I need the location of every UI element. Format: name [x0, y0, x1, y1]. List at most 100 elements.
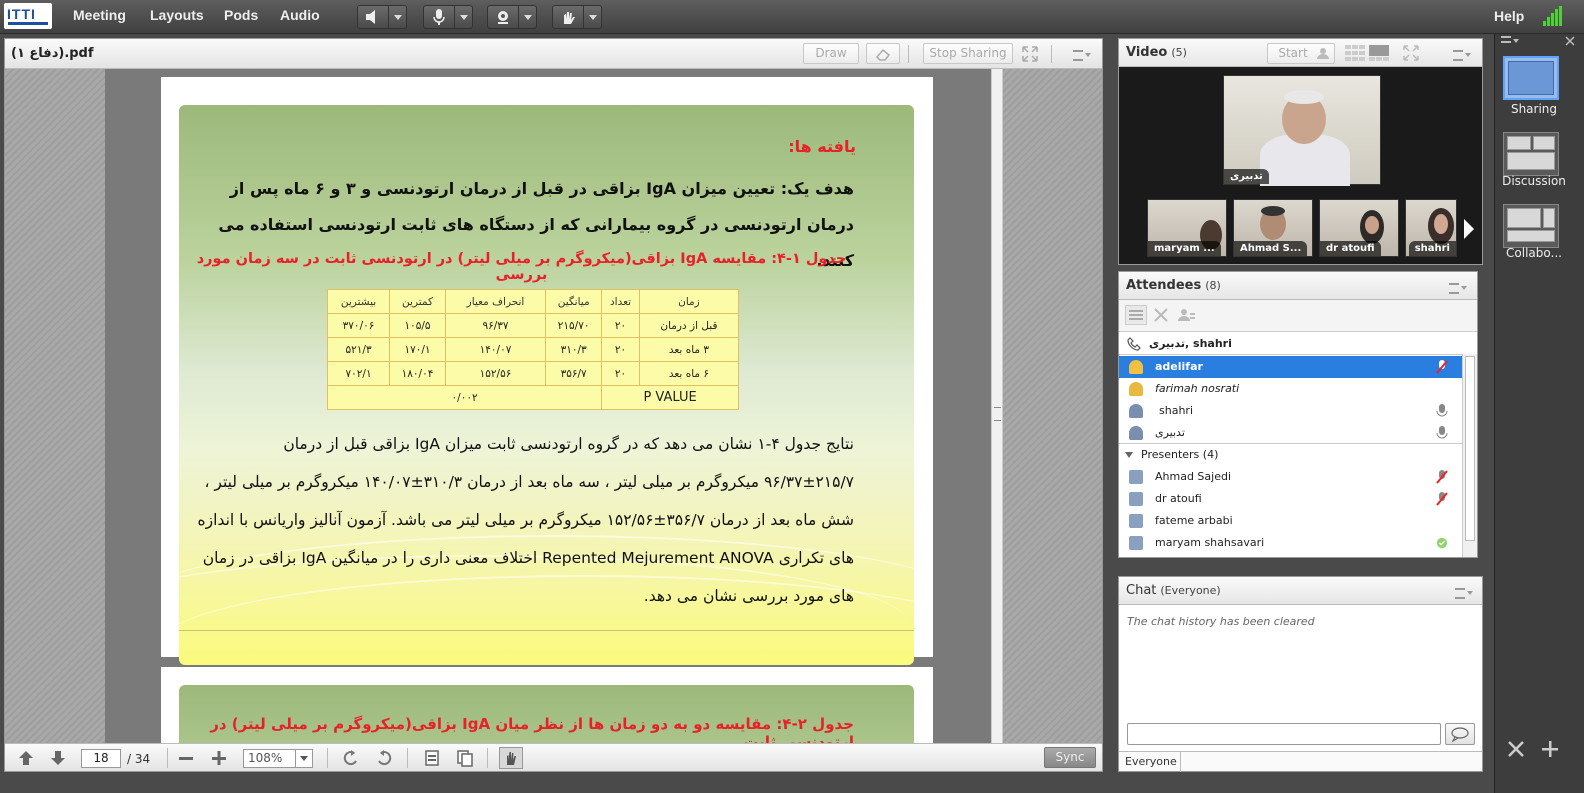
attendee-name: Ahmad Sajedi: [1155, 470, 1232, 483]
previous-page-icon[interactable]: [17, 749, 35, 767]
pdf-page-18: یافته ها: هدف یک: تعیین میزان IgA بزاقی …: [161, 77, 933, 665]
stop-sharing-button[interactable]: Stop Sharing: [923, 43, 1013, 64]
attendee-name: adelifar: [1155, 360, 1203, 373]
sync-button[interactable]: Sync: [1044, 747, 1096, 768]
fullscreen-icon[interactable]: [1022, 46, 1038, 62]
chat-history: The chat history has been cleared: [1127, 615, 1315, 628]
viewer-scrollbar[interactable]: [991, 69, 1003, 743]
attendee-name: shahri: [1159, 404, 1193, 417]
attendee-name: dr atoufi: [1155, 492, 1202, 505]
send-message-button[interactable]: [1445, 723, 1475, 745]
page-total: / 34: [127, 752, 151, 766]
breakout-view-button[interactable]: [1150, 305, 1172, 325]
video-thumbnail[interactable]: shahri: [1405, 199, 1457, 257]
attendee-row[interactable]: fateme arbabi: [1119, 510, 1462, 532]
draw-button[interactable]: Draw: [803, 43, 859, 64]
attendee-row[interactable]: shahri: [1119, 400, 1462, 422]
video-pod-menu-icon[interactable]: [1453, 48, 1471, 61]
fit-width-icon[interactable]: [423, 749, 441, 767]
attendees-pod-title: Attendees (8): [1126, 278, 1221, 293]
eraser-button[interactable]: [866, 43, 900, 64]
table-header-cell: زمان: [638, 289, 740, 314]
mic-active-icon[interactable]: [1436, 404, 1448, 418]
list-view-button[interactable]: [1125, 305, 1147, 325]
fullscreen-icon[interactable]: [1403, 45, 1419, 61]
pan-tool-button[interactable]: [499, 747, 523, 769]
attendee-row[interactable]: Ahmad Sajedi: [1119, 466, 1462, 488]
video-thumbnail[interactable]: Ahmad S...: [1233, 199, 1313, 257]
collapse-arrow-icon[interactable]: [1125, 452, 1133, 458]
raise-hand-button[interactable]: [552, 5, 602, 29]
participant-icon: [1129, 382, 1143, 396]
document-viewer[interactable]: یافته ها: هدف یک: تعیین میزان IgA بزاقی …: [5, 69, 1102, 743]
tools-icon[interactable]: [1507, 740, 1525, 758]
scrollbar-grip[interactable]: [994, 407, 1001, 421]
mic-active-icon[interactable]: [1436, 426, 1448, 440]
grid-layout-icon[interactable]: [1345, 45, 1365, 61]
zoom-value: 108%: [248, 751, 283, 765]
add-layout-icon[interactable]: [1541, 740, 1559, 758]
chat-pod-menu-icon[interactable]: [1455, 586, 1473, 599]
attendees-pod: Attendees (8) تدبیری, shahri adelifar far…: [1118, 271, 1478, 558]
layout-collaboration[interactable]: [1503, 204, 1559, 248]
zoom-out-icon[interactable]: [177, 749, 195, 767]
chat-input[interactable]: [1127, 723, 1441, 745]
main-video-feed[interactable]: تدبیری: [1223, 75, 1381, 186]
slide-comparison: جدول ۲-۴: مقایسه دو به دو زمان ها از نظر…: [179, 685, 914, 743]
menu-layouts[interactable]: Layouts: [150, 7, 204, 23]
layout-discussion[interactable]: [1503, 132, 1559, 176]
attendee-row[interactable]: تدبیری: [1119, 422, 1462, 444]
layout-sharing[interactable]: [1503, 56, 1559, 100]
table-cell: ۳۱۰/۳: [545, 337, 603, 362]
menu-help[interactable]: Help: [1494, 8, 1524, 24]
fit-page-icon[interactable]: [456, 749, 474, 767]
scrollbar-thumb[interactable]: [1465, 356, 1475, 541]
webcam-dropdown[interactable]: [518, 6, 536, 28]
attendee-name: farimah nosrati: [1155, 382, 1240, 395]
mic-muted-icon[interactable]: [1436, 360, 1448, 374]
attendees-toolbar: [1119, 300, 1477, 332]
filmstrip-layout-icon[interactable]: [1369, 45, 1389, 61]
zoom-in-icon[interactable]: [210, 749, 228, 767]
thumbnail-label: dr atoufi: [1320, 241, 1381, 256]
video-thumbnail[interactable]: dr atoufi: [1319, 199, 1399, 257]
presenters-group-header[interactable]: Presenters (4): [1119, 444, 1462, 466]
collapse-panel-icon[interactable]: [1565, 36, 1575, 46]
attendees-pod-menu-icon[interactable]: [1449, 281, 1467, 294]
rotate-left-icon[interactable]: [342, 749, 360, 767]
webcam-button[interactable]: [487, 5, 537, 29]
rotate-right-icon[interactable]: [375, 749, 393, 767]
attendee-row[interactable]: maryam shahsavari: [1119, 532, 1462, 554]
attendee-row[interactable]: dr atoufi: [1119, 488, 1462, 510]
attendee-scrollbar[interactable]: [1462, 354, 1477, 557]
next-page-icon[interactable]: [49, 749, 67, 767]
menu-audio[interactable]: Audio: [280, 7, 320, 23]
layouts-menu-icon[interactable]: [1501, 36, 1519, 44]
table-caption: جدول ۱-۴: مقایسه IgA بزاقی(میکروگرم بر م…: [196, 251, 847, 283]
raise-hand-dropdown[interactable]: [583, 6, 601, 28]
zoom-select[interactable]: 108%: [243, 749, 313, 768]
microphone-dropdown[interactable]: [454, 6, 472, 28]
table-cell: قبل از درمان: [638, 313, 740, 338]
video-thumbnail[interactable]: maryam ...: [1147, 199, 1227, 257]
attendee-name: fateme arbabi: [1155, 514, 1233, 527]
attendee-row[interactable]: farimah nosrati: [1119, 378, 1462, 400]
start-video-button[interactable]: Start: [1267, 43, 1335, 64]
status-view-button[interactable]: [1175, 305, 1197, 325]
chat-recipient-tab[interactable]: Everyone: [1119, 752, 1181, 772]
share-pod: (دفاع ۱).pdf Draw Stop Sharing یافته ها:…: [4, 38, 1103, 772]
page-number-input[interactable]: 18: [81, 749, 121, 768]
menu-pods[interactable]: Pods: [224, 7, 258, 23]
table-cell: ۳۵۶/۷: [545, 361, 603, 386]
share-pod-footer: 18 / 34 108% Sync: [5, 743, 1102, 771]
menu-meeting[interactable]: Meeting: [73, 7, 126, 23]
attendee-row[interactable]: adelifar: [1119, 356, 1462, 378]
speaker-dropdown[interactable]: [388, 6, 406, 28]
phone-icon: [1127, 337, 1141, 351]
mic-muted-icon[interactable]: [1436, 470, 1448, 484]
speaker-button[interactable]: [357, 5, 407, 29]
microphone-button[interactable]: [423, 5, 473, 29]
next-thumbnails-arrow-icon[interactable]: [1464, 219, 1474, 239]
mic-muted-icon[interactable]: [1436, 492, 1448, 506]
share-pod-menu-icon[interactable]: [1073, 48, 1091, 61]
